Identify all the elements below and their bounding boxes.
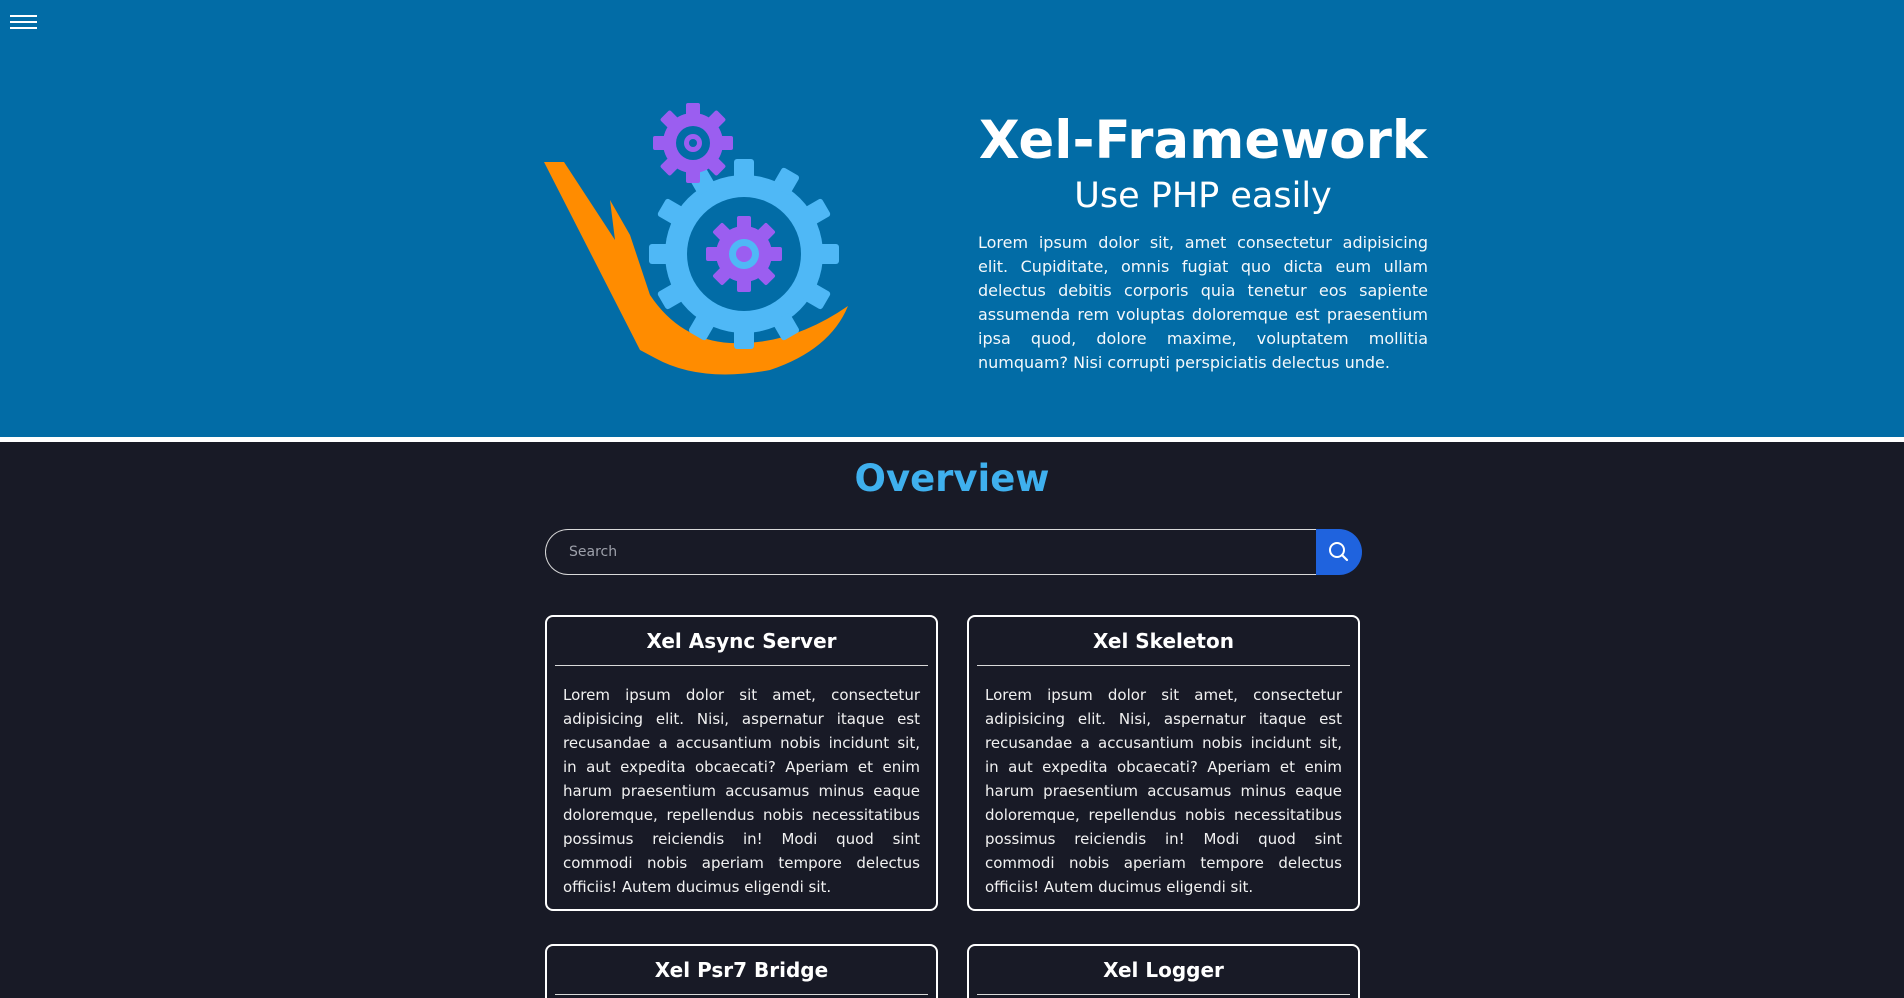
card-body: Lorem ipsum dolor sit amet, consectetur … bbox=[985, 686, 1342, 896]
card-xel-psr7-bridge[interactable]: Xel Psr7 Bridge bbox=[545, 944, 938, 998]
card-body: Lorem ipsum dolor sit amet, consectetur … bbox=[563, 686, 920, 896]
page-title: Xel-Framework bbox=[978, 110, 1428, 171]
card-title: Xel Async Server bbox=[646, 629, 837, 653]
hero-divider bbox=[0, 437, 1904, 442]
card-xel-skeleton[interactable]: Xel Skeleton Lorem ipsum dolor sit amet,… bbox=[967, 615, 1360, 911]
card-xel-async-server[interactable]: Xel Async Server Lorem ipsum dolor sit a… bbox=[545, 615, 938, 911]
hamburger-menu-icon[interactable] bbox=[8, 12, 39, 32]
card-divider bbox=[977, 994, 1350, 995]
overview-heading: Overview bbox=[854, 457, 1050, 500]
card-title: Xel Logger bbox=[1103, 958, 1224, 982]
hero-text: Xel-Framework Use PHP easily Lorem ipsum… bbox=[978, 108, 1428, 375]
hero-section bbox=[0, 0, 1904, 437]
card-xel-logger[interactable]: Xel Logger bbox=[967, 944, 1360, 998]
gears-logo-icon bbox=[544, 103, 848, 375]
card-divider bbox=[555, 994, 928, 995]
search-bar bbox=[545, 529, 1362, 575]
search-button[interactable] bbox=[1316, 529, 1362, 575]
hero-description: Lorem ipsum dolor sit, amet consectetur … bbox=[978, 233, 1428, 372]
search-input[interactable] bbox=[545, 529, 1317, 575]
card-title: Xel Psr7 Bridge bbox=[654, 958, 829, 982]
search-icon bbox=[1329, 542, 1349, 562]
page-subtitle: Use PHP easily bbox=[1074, 176, 1332, 216]
card-title: Xel Skeleton bbox=[1093, 629, 1234, 653]
